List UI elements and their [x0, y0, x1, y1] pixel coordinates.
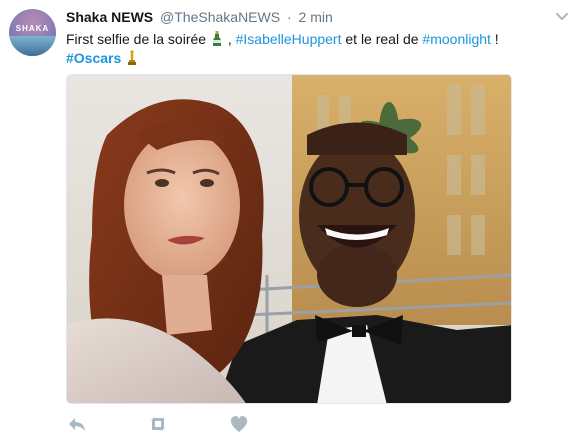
tweet-text-comma: , — [227, 31, 236, 47]
tweet-timestamp[interactable]: 2 min — [299, 9, 333, 25]
avatar-logo-text: SHAKA — [15, 24, 50, 33]
hashtag-isabellehuppert[interactable]: #IsabelleHuppert — [236, 31, 342, 47]
heart-icon[interactable] — [228, 413, 250, 435]
author-name[interactable]: Shaka NEWS — [66, 9, 153, 25]
champagne-bottle-icon — [212, 31, 222, 46]
tweet-text-part2: et le real de — [341, 31, 423, 47]
oscar-statuette-icon — [127, 50, 137, 65]
reply-icon[interactable] — [66, 413, 88, 435]
tweet-text-part1: First selfie de la soirée — [66, 31, 207, 47]
tweet-header: Shaka NEWS @TheShakaNEWS · 2 min — [66, 9, 333, 25]
avatar-sea — [9, 36, 56, 56]
hashtag-oscars[interactable]: #Oscars — [66, 50, 121, 66]
header-separator: · — [286, 9, 292, 25]
tweet-text-part3: ! — [490, 31, 499, 47]
tweet-text: First selfie de la soirée , #IsabelleHup… — [66, 30, 566, 68]
retweet-icon[interactable] — [147, 413, 169, 435]
tweet-card[interactable]: SHAKA Shaka NEWS @TheShakaNEWS · 2 min F… — [0, 0, 575, 439]
chevron-down-icon[interactable] — [555, 10, 569, 24]
tweet-photo[interactable] — [66, 74, 512, 404]
avatar[interactable]: SHAKA — [9, 9, 56, 56]
hashtag-moonlight[interactable]: #moonlight — [422, 31, 491, 47]
author-handle[interactable]: @TheShakaNEWS — [160, 9, 280, 25]
